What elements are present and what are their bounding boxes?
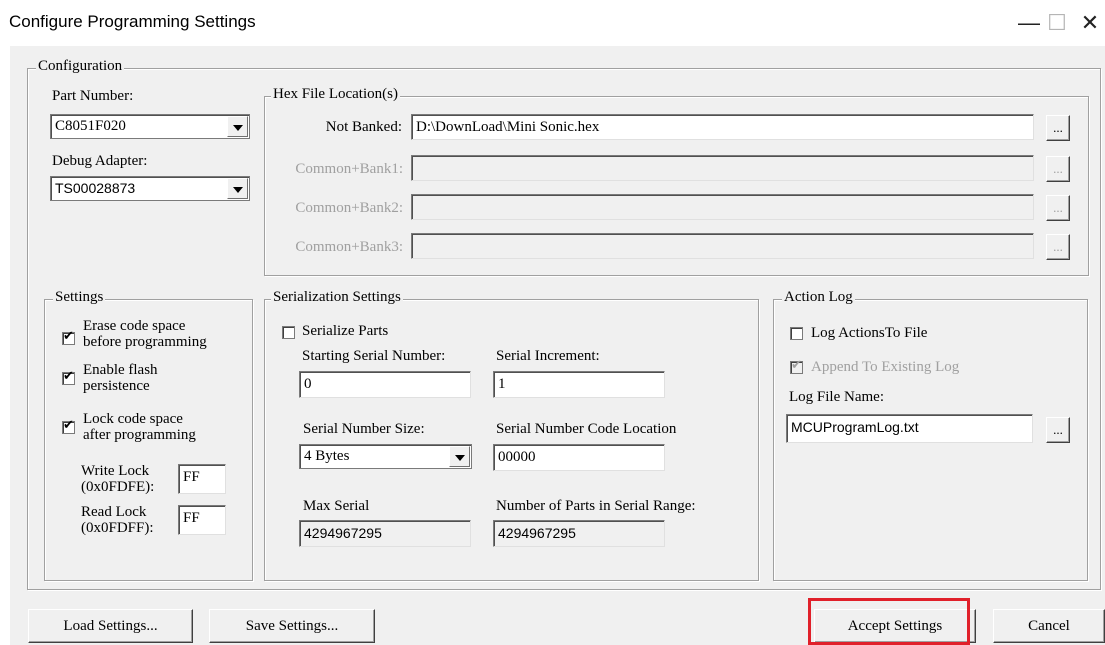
cancel-button[interactable]: Cancel bbox=[993, 609, 1105, 643]
erase-code-label: Erase code space before programming bbox=[83, 318, 207, 350]
enable-flash-label-line2: persistence bbox=[83, 378, 150, 394]
read-lock-label-line2: (0x0FDFF): bbox=[81, 520, 154, 536]
log-file-name-label: Log File Name: bbox=[789, 389, 884, 405]
save-settings-button[interactable]: Save Settings... bbox=[209, 609, 375, 643]
code-location-label: Serial Number Code Location bbox=[496, 421, 677, 437]
max-serial-label: Max Serial bbox=[303, 498, 370, 514]
read-lock-label: Read Lock (0x0FDFF): bbox=[81, 504, 154, 536]
read-lock-field[interactable]: FF bbox=[178, 505, 226, 535]
bank3-label: Common+Bank3: bbox=[295, 239, 403, 255]
bank3-browse-button: ... bbox=[1046, 234, 1070, 260]
not-banked-field[interactable]: D:\DownLoad\Mini Sonic.hex bbox=[411, 114, 1034, 140]
log-actions-checkbox[interactable] bbox=[790, 327, 803, 340]
bank1-browse-button: ... bbox=[1046, 156, 1070, 182]
action-log-legend: Action Log bbox=[782, 289, 855, 306]
highlight-box bbox=[808, 598, 970, 645]
erase-code-label-line2: before programming bbox=[83, 334, 207, 350]
parts-in-range-label: Number of Parts in Serial Range: bbox=[496, 498, 696, 514]
bank1-field bbox=[411, 155, 1034, 181]
window-title: Configure Programming Settings bbox=[9, 12, 256, 31]
starting-serial-label: Starting Serial Number: bbox=[302, 348, 446, 364]
chevron-down-icon[interactable] bbox=[449, 446, 470, 467]
erase-code-label-line1: Erase code space bbox=[83, 318, 186, 334]
serial-increment-field[interactable]: 1 bbox=[493, 371, 665, 398]
chevron-down-icon[interactable] bbox=[227, 178, 248, 199]
lock-code-checkbox[interactable] bbox=[62, 418, 75, 434]
serialize-parts-label: Serialize Parts bbox=[302, 323, 389, 339]
bank3-field bbox=[411, 233, 1034, 259]
configuration-legend: Configuration bbox=[36, 58, 125, 75]
serial-size-value: 4 Bytes bbox=[304, 448, 350, 464]
load-settings-button[interactable]: Load Settings... bbox=[28, 609, 193, 643]
debug-adapter-label: Debug Adapter: bbox=[52, 153, 148, 169]
maximize-icon: ☐ bbox=[1047, 10, 1067, 35]
log-file-name-field[interactable]: MCUProgramLog.txt bbox=[786, 414, 1033, 443]
erase-code-checkbox[interactable] bbox=[62, 329, 75, 345]
debug-adapter-value: TS00028873 bbox=[55, 180, 136, 196]
write-lock-label: Write Lock (0x0FDFE): bbox=[81, 463, 154, 495]
part-number-label: Part Number: bbox=[52, 88, 134, 104]
write-lock-field[interactable]: FF bbox=[178, 464, 226, 494]
code-location-field[interactable]: 00000 bbox=[493, 444, 665, 471]
hex-file-legend: Hex File Location(s) bbox=[271, 86, 400, 103]
bank2-browse-button: ... bbox=[1046, 195, 1070, 221]
bank2-field bbox=[411, 194, 1034, 220]
settings-legend: Settings bbox=[53, 289, 106, 306]
write-lock-label-line1: Write Lock bbox=[81, 463, 150, 479]
serial-size-label: Serial Number Size: bbox=[303, 421, 425, 437]
log-actions-label: Log ActionsTo File bbox=[811, 325, 928, 341]
minimize-icon[interactable]: — bbox=[1014, 8, 1044, 38]
lock-code-label-line1: Lock code space bbox=[83, 411, 183, 427]
lock-code-label: Lock code space after programming bbox=[83, 411, 196, 443]
max-serial-field: 4294967295 bbox=[299, 520, 471, 547]
bank2-label: Common+Bank2: bbox=[295, 200, 403, 216]
write-lock-label-line2: (0x0FDFE): bbox=[81, 479, 155, 495]
serial-increment-label: Serial Increment: bbox=[496, 348, 600, 364]
lock-code-label-line2: after programming bbox=[83, 427, 196, 443]
not-banked-browse-button[interactable]: ... bbox=[1046, 115, 1070, 141]
starting-serial-field[interactable]: 0 bbox=[299, 371, 471, 398]
part-number-select[interactable]: C8051F020 bbox=[50, 114, 250, 139]
chevron-down-icon[interactable] bbox=[227, 116, 248, 137]
append-log-checkbox bbox=[790, 358, 803, 374]
read-lock-label-line1: Read Lock bbox=[81, 504, 147, 520]
serialize-parts-checkbox[interactable] bbox=[282, 326, 295, 339]
parts-in-range-field: 4294967295 bbox=[493, 520, 665, 547]
append-log-label: Append To Existing Log bbox=[811, 359, 960, 375]
bank1-label: Common+Bank1: bbox=[295, 161, 403, 177]
close-icon[interactable]: ✕ bbox=[1075, 8, 1105, 38]
serial-size-select[interactable]: 4 Bytes bbox=[299, 444, 472, 469]
enable-flash-label: Enable flash persistence bbox=[83, 362, 158, 394]
not-banked-label: Not Banked: bbox=[325, 119, 402, 135]
debug-adapter-select[interactable]: TS00028873 bbox=[50, 176, 250, 201]
enable-flash-label-line1: Enable flash bbox=[83, 362, 158, 378]
log-file-browse-button[interactable]: ... bbox=[1046, 417, 1070, 443]
part-number-value: C8051F020 bbox=[55, 118, 126, 134]
serialization-legend: Serialization Settings bbox=[271, 289, 403, 306]
enable-flash-checkbox[interactable] bbox=[62, 369, 75, 385]
